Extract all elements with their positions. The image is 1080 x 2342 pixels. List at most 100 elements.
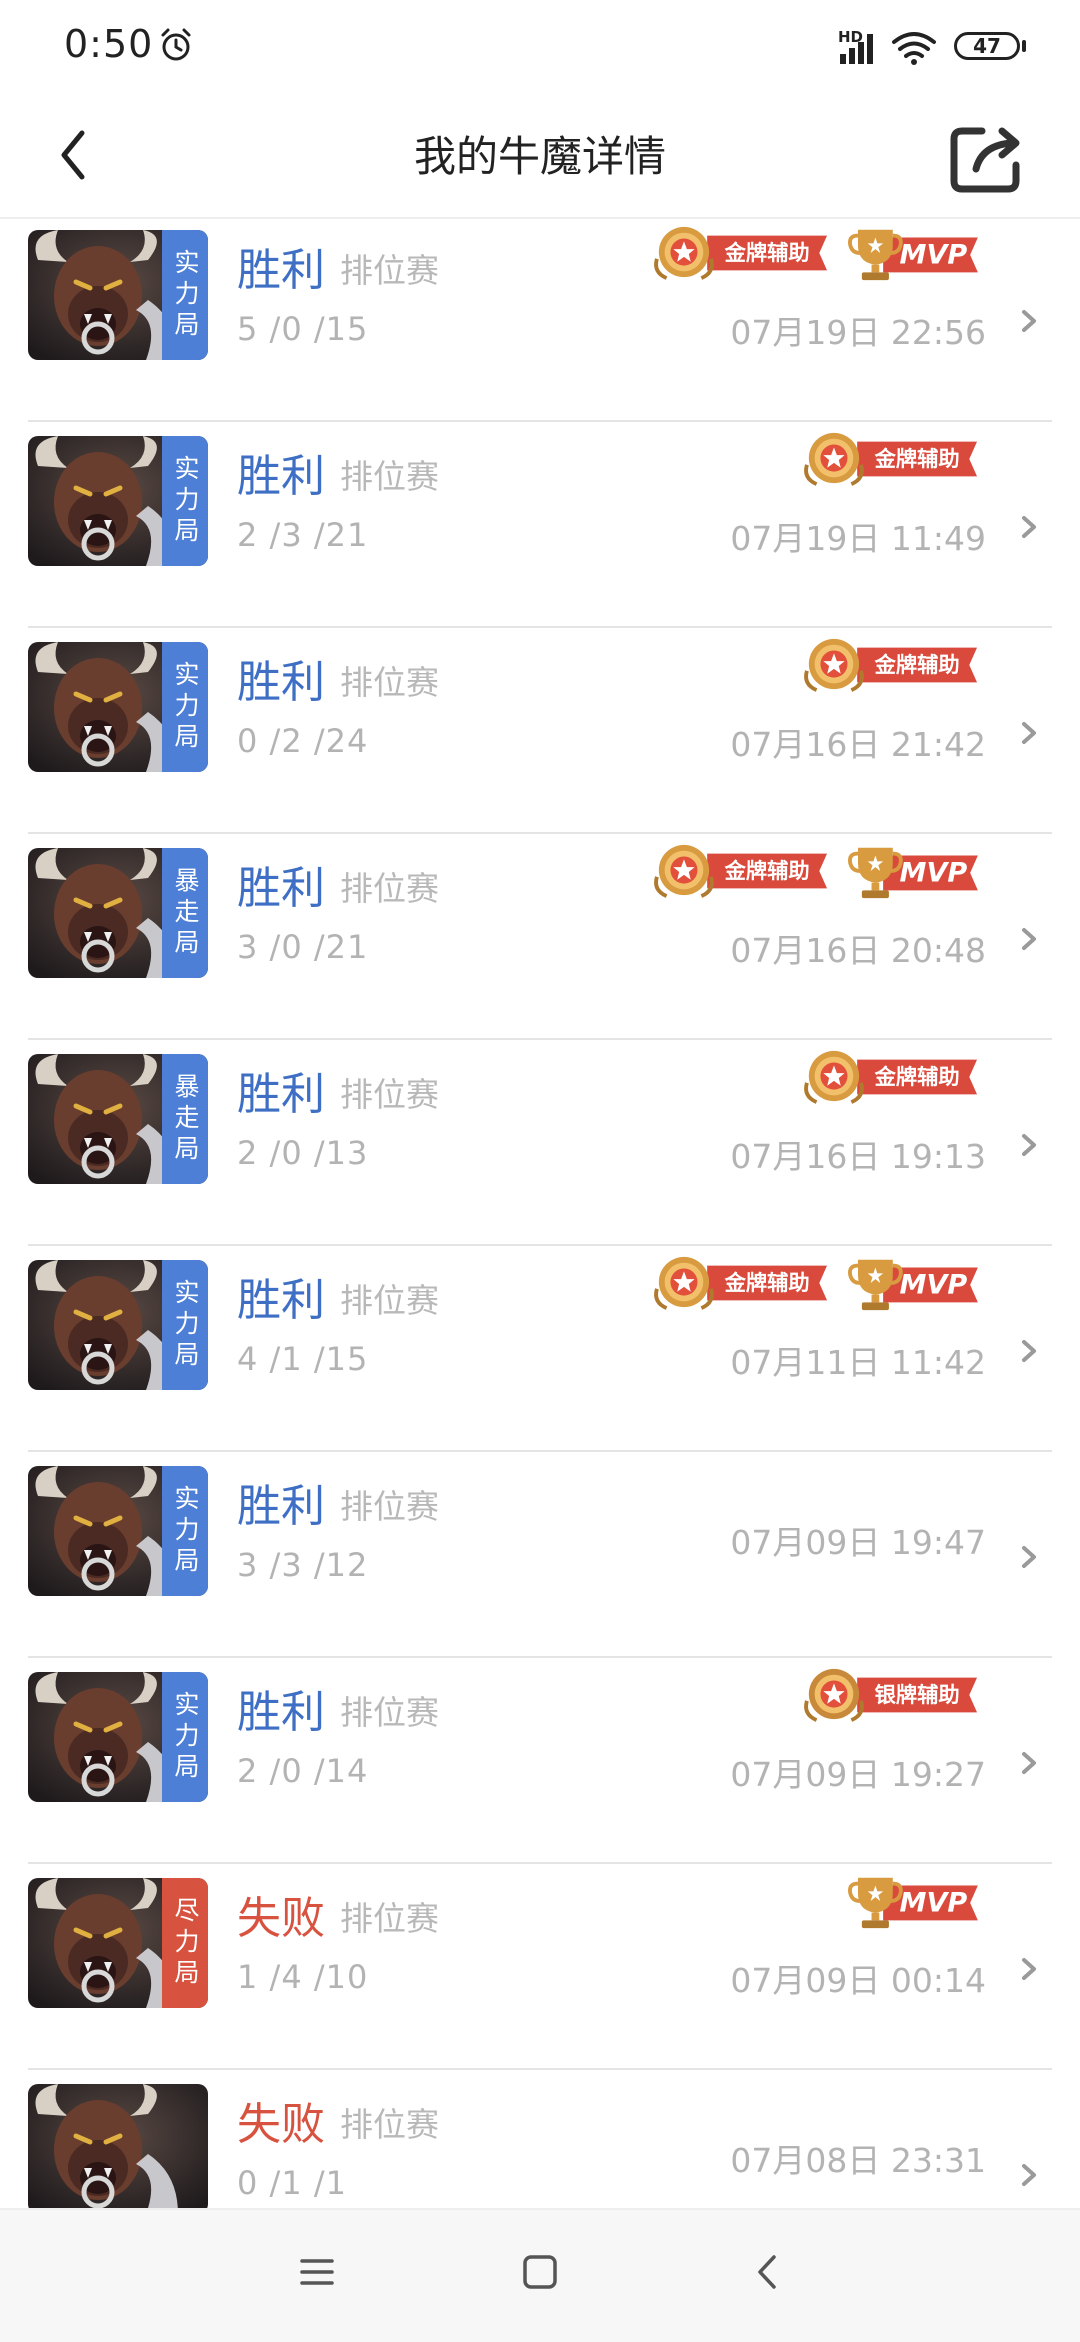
match-row[interactable]: 失败 排位赛 0 /1 /1 07月08日 23:31	[28, 2072, 1052, 2208]
status-bar: 0:50 HD 47	[0, 0, 1080, 95]
hero-avatar: 实力局	[28, 1260, 208, 1390]
match-type-label: 排位赛	[340, 1281, 439, 1320]
match-type-label: 排位赛	[340, 1075, 439, 1114]
match-result: 胜利	[237, 245, 325, 296]
chevron-right-icon	[1018, 1130, 1042, 1160]
kda-stats: 2 /3 /21	[237, 516, 369, 554]
match-result: 失败	[237, 2099, 325, 2150]
nav-back-icon[interactable]	[752, 2252, 782, 2292]
match-row[interactable]: 实力局 胜利 排位赛 3 /3 /12 07月09日 19:47	[28, 1454, 1052, 1658]
hero-avatar: 实力局	[28, 1466, 208, 1596]
match-type-label: 排位赛	[340, 2105, 439, 2144]
match-list: 实力局 胜利 排位赛 5 /0 /15 07月19日 22:56 MVP 金牌辅助	[0, 218, 1080, 2208]
svg-text:金牌辅助: 金牌辅助	[724, 1270, 810, 1296]
status-time: 0:50	[64, 22, 154, 66]
match-date: 07月09日 19:47	[730, 1523, 986, 1562]
kda-stats: 3 /0 /21	[237, 928, 369, 966]
chevron-right-icon	[1018, 718, 1042, 748]
hd-label: HD	[838, 28, 864, 46]
match-date: 07月08日 23:31	[730, 2141, 986, 2180]
svg-text:MVP: MVP	[900, 858, 968, 889]
battery-tip	[1022, 40, 1026, 52]
match-row[interactable]: 实力局 胜利 排位赛 5 /0 /15 07月19日 22:56 MVP 金牌辅助	[28, 218, 1052, 422]
kda-stats: 1 /4 /10	[237, 1958, 369, 1996]
mode-badge: 尽力局	[162, 1878, 208, 2008]
chevron-right-icon	[1018, 1336, 1042, 1366]
match-date: 07月11日 11:42	[730, 1343, 986, 1382]
match-row[interactable]: 实力局 胜利 排位赛 4 /1 /15 07月11日 11:42 MVP 金牌辅助	[28, 1248, 1052, 1452]
match-result: 胜利	[237, 863, 325, 914]
page-title: 我的牛魔详情	[413, 132, 666, 181]
match-date: 07月19日 22:56	[730, 313, 986, 352]
hero-avatar: 实力局	[28, 642, 208, 772]
menu-icon[interactable]	[298, 2252, 336, 2292]
mode-badge: 实力局	[162, 1672, 208, 1802]
mode-badge: 暴走局	[162, 848, 208, 978]
match-row[interactable]: 实力局 胜利 排位赛 0 /2 /24 07月16日 21:42 金牌辅助	[28, 630, 1052, 834]
match-type-label: 排位赛	[340, 1487, 439, 1526]
hero-avatar: 实力局	[28, 436, 208, 566]
kda-stats: 0 /1 /1	[237, 2164, 347, 2202]
gold-support-badge: 金牌辅助	[646, 1254, 836, 1312]
kda-stats: 2 /0 /14	[237, 1752, 369, 1790]
gold-support-badge: 金牌辅助	[796, 1048, 986, 1106]
gold-support-badge: 金牌辅助	[646, 224, 836, 282]
kda-stats: 3 /3 /12	[237, 1546, 369, 1584]
match-date: 07月09日 00:14	[730, 1961, 986, 2000]
mode-badge: 实力局	[162, 230, 208, 360]
app-header: 我的牛魔详情	[0, 95, 1080, 219]
share-icon[interactable]	[946, 113, 1030, 197]
hero-avatar: 实力局	[28, 1672, 208, 1802]
svg-text:MVP: MVP	[900, 1888, 968, 1919]
svg-text:MVP: MVP	[900, 1270, 968, 1301]
mode-badge: 实力局	[162, 642, 208, 772]
system-nav-bar	[0, 2208, 1080, 2342]
hero-avatar: 实力局	[28, 230, 208, 360]
svg-text:MVP: MVP	[900, 240, 968, 271]
match-date: 07月19日 11:49	[730, 519, 986, 558]
alarm-clock-icon	[161, 28, 191, 61]
chevron-right-icon	[1018, 1748, 1042, 1778]
match-type-label: 排位赛	[340, 869, 439, 908]
kda-stats: 2 /0 /13	[237, 1134, 369, 1172]
svg-text:金牌辅助: 金牌辅助	[874, 652, 960, 678]
match-type-label: 排位赛	[340, 251, 439, 290]
hero-avatar: 暴走局	[28, 1054, 208, 1184]
gold-support-badge: 金牌辅助	[796, 636, 986, 694]
mvp-badge: MVP	[846, 224, 986, 282]
match-result: 胜利	[237, 1687, 325, 1738]
match-type-label: 排位赛	[340, 1693, 439, 1732]
chevron-right-icon	[1018, 1542, 1042, 1572]
match-row[interactable]: 暴走局 胜利 排位赛 3 /0 /21 07月16日 20:48 MVP 金牌辅助	[28, 836, 1052, 1040]
match-result: 胜利	[237, 657, 325, 708]
silver-support-badge: 银牌辅助	[796, 1666, 986, 1724]
mode-badge: 暴走局	[162, 1054, 208, 1184]
match-row[interactable]: 实力局 胜利 排位赛 2 /0 /14 07月09日 19:27 银牌辅助	[28, 1660, 1052, 1864]
match-result: 胜利	[237, 1481, 325, 1532]
mvp-badge: MVP	[846, 842, 986, 900]
hero-avatar	[28, 2084, 208, 2208]
match-row[interactable]: 实力局 胜利 排位赛 2 /3 /21 07月19日 11:49 金牌辅助	[28, 424, 1052, 628]
chevron-right-icon	[1018, 512, 1042, 542]
mode-badge: 实力局	[162, 1260, 208, 1390]
match-result: 失败	[237, 1893, 325, 1944]
kda-stats: 5 /0 /15	[237, 310, 369, 348]
match-type-label: 排位赛	[340, 663, 439, 702]
match-row[interactable]: 尽力局 失败 排位赛 1 /4 /10 07月09日 00:14 MVP	[28, 1866, 1052, 2070]
hero-avatar: 暴走局	[28, 848, 208, 978]
svg-text:金牌辅助: 金牌辅助	[874, 446, 960, 472]
kda-stats: 0 /2 /24	[237, 722, 369, 760]
battery-indicator: 47	[954, 32, 1020, 60]
match-type-label: 排位赛	[340, 457, 439, 496]
svg-text:金牌辅助: 金牌辅助	[724, 240, 810, 266]
match-type-label: 排位赛	[340, 1899, 439, 1938]
match-row[interactable]: 暴走局 胜利 排位赛 2 /0 /13 07月16日 19:13 金牌辅助	[28, 1042, 1052, 1246]
wifi-icon	[892, 32, 936, 65]
gold-support-badge: 金牌辅助	[646, 842, 836, 900]
home-square-icon[interactable]	[522, 2254, 558, 2290]
chevron-right-icon	[1018, 306, 1042, 336]
kda-stats: 4 /1 /15	[237, 1340, 369, 1378]
svg-text:银牌辅助: 银牌辅助	[875, 1682, 960, 1708]
chevron-right-icon	[1018, 1954, 1042, 1984]
match-date: 07月09日 19:27	[730, 1755, 986, 1794]
